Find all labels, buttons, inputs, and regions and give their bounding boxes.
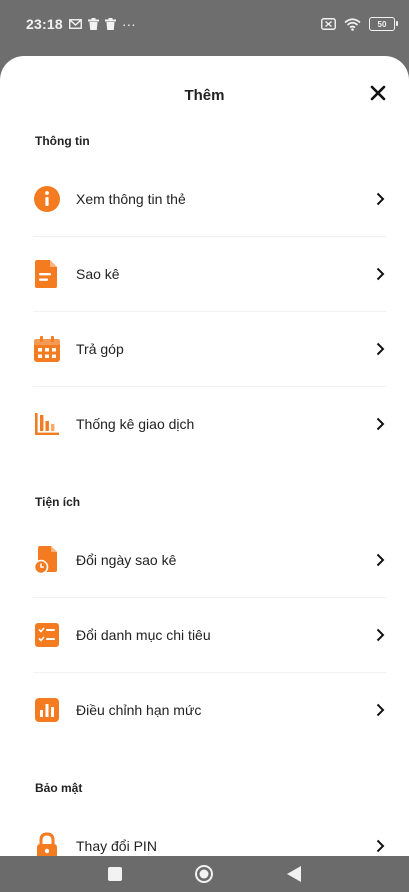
chevron-right-icon [373,267,387,281]
home-button[interactable] [192,862,216,886]
recent-apps-button[interactable] [103,862,127,886]
chevron-right-icon [373,342,387,356]
system-nav-bar [0,856,409,892]
trash-icon [104,18,116,30]
circle-icon [195,865,214,883]
chevron-right-icon [373,192,387,206]
lock-icon [33,832,61,856]
square-icon [107,867,122,881]
chart-box-icon [33,696,61,724]
chevron-right-icon [373,839,387,853]
chevron-right-icon [373,553,387,567]
sheet-title: Thêm [184,86,225,104]
section-title-utilities: Tiện ích [35,495,81,509]
menu-item-label: Thống kê giao dịch [76,416,195,432]
sim-off-icon [321,18,336,30]
menu-item-view-card-info[interactable]: Xem thông tin thẻ [33,162,387,237]
bar-chart-icon [33,410,61,438]
menu-item-installment[interactable]: Trả góp [33,312,387,387]
checklist-icon [33,621,61,649]
menu-item-statement[interactable]: Sao kê [33,237,387,312]
status-time: 23:18 [26,16,63,32]
close-button[interactable] [367,82,389,104]
chevron-right-icon [373,628,387,642]
menu-item-label: Trả góp [76,341,124,357]
close-icon [370,85,386,101]
notification-icons: ··· [68,16,136,32]
status-right: 50 [321,17,398,31]
back-triangle-icon [287,866,302,882]
menu-item-transaction-stats[interactable]: Thống kê giao dịch [33,387,387,461]
trash-icon [87,18,99,30]
wifi-icon [344,17,361,31]
document-clock-icon [33,546,61,574]
menu-item-label: Đổi danh mục chi tiêu [76,627,211,643]
sheet-header: Thêm [0,56,409,134]
menu-item-adjust-limit[interactable]: Điều chỉnh hạn mức [33,673,387,747]
menu-item-label: Xem thông tin thẻ [76,191,186,207]
mail-icon [68,19,82,29]
chevron-right-icon [373,703,387,717]
menu-item-label: Thay đổi PIN [76,838,157,854]
info-icon [33,185,61,213]
section-title-security: Bảo mật [35,781,83,795]
calendar-icon [33,335,61,363]
menu-item-change-statement-date[interactable]: Đổi ngày sao kê [33,523,387,598]
menu-item-label: Điều chỉnh hạn mức [76,702,202,718]
more-sheet: Thêm Thông tin Xem thông tin thẻ Sao kê … [0,56,409,856]
document-icon [33,260,61,288]
menu-item-label: Đổi ngày sao kê [76,552,177,568]
battery-icon: 50 [369,17,398,31]
menu-item-change-pin[interactable]: Thay đổi PIN [33,809,387,856]
status-bar: 23:18 ··· 50 [0,0,409,48]
menu-item-change-spending-category[interactable]: Đổi danh mục chi tiêu [33,598,387,673]
back-button[interactable] [282,862,306,886]
chevron-right-icon [373,417,387,431]
menu-item-label: Sao kê [76,266,120,282]
more-notifications-dots: ··· [121,16,136,32]
section-title-info: Thông tin [35,134,90,148]
status-left: 23:18 ··· [26,16,136,32]
